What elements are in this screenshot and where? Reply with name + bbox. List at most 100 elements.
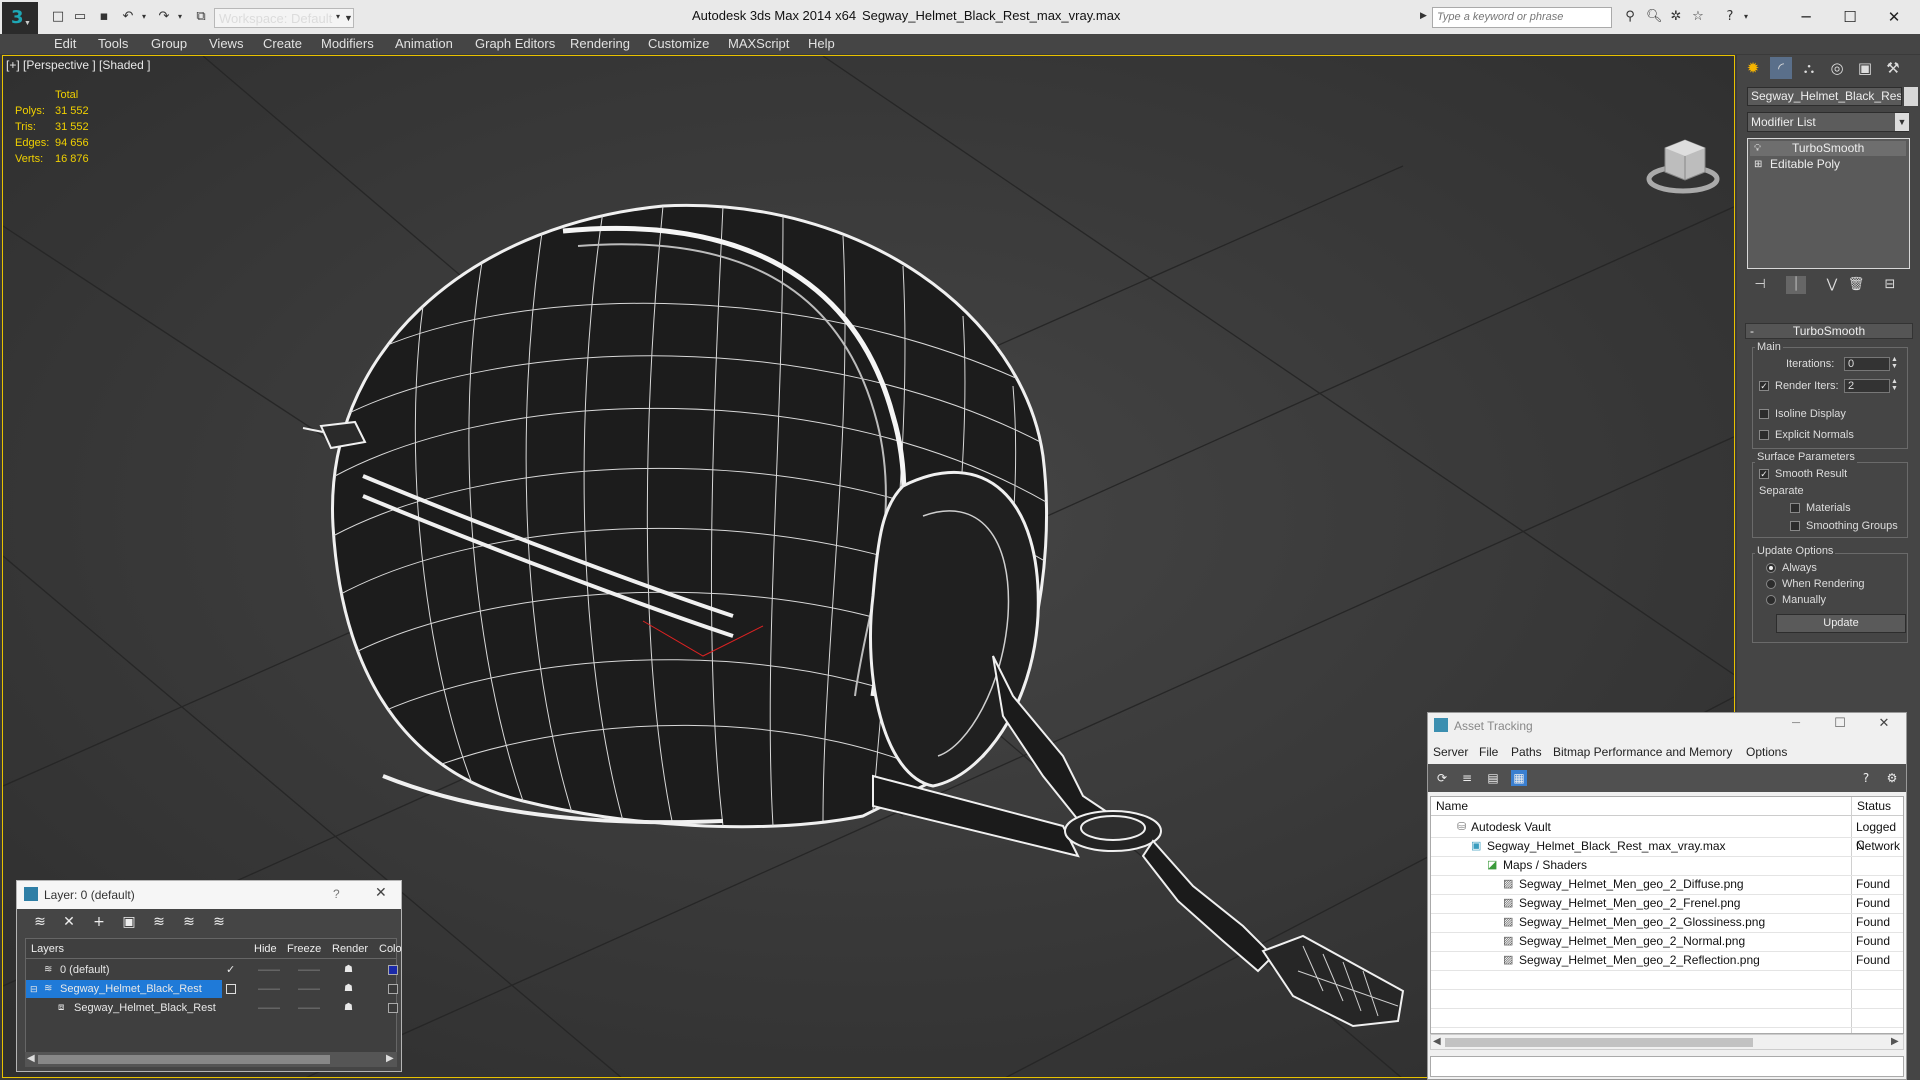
collapse-icon[interactable]: ⊟	[30, 980, 38, 998]
asset-close-button[interactable]: ✕	[1862, 712, 1906, 736]
minimize-button[interactable]: ─	[1784, 4, 1828, 30]
asset-menu-server[interactable]: Server	[1433, 745, 1468, 759]
help-icon[interactable]: ?	[1722, 9, 1738, 25]
asset-row[interactable]: ▨ Segway_Helmet_Men_geo_2_Reflection.png…	[1431, 951, 1903, 971]
layer-color-swatch[interactable]	[388, 984, 398, 994]
scroll-left-icon[interactable]: ◀	[1433, 1036, 1441, 1047]
asset-row[interactable]: ⛁ Autodesk Vault Logged C	[1431, 818, 1903, 852]
display-tab-icon[interactable]: ▣	[1854, 57, 1876, 79]
search-icon[interactable]: 🔍︎	[1646, 9, 1663, 25]
smooth-result-checkbox[interactable]: ✓	[1759, 469, 1769, 479]
render-iters-spinner[interactable]: 2	[1844, 379, 1890, 393]
table-view-icon[interactable]: ▦	[1511, 770, 1527, 786]
help-dropdown-icon[interactable]: ▾	[1738, 9, 1754, 25]
menu-tools[interactable]: Tools	[98, 34, 128, 54]
show-end-result-icon[interactable]: ⏐	[1786, 276, 1806, 294]
project-folder-icon[interactable]: ⧉	[193, 9, 209, 25]
asset-help-icon[interactable]: ?	[1858, 770, 1874, 786]
menu-help[interactable]: Help	[808, 34, 835, 54]
scroll-right-icon[interactable]: ▶	[1891, 1036, 1899, 1047]
menu-rendering[interactable]: Rendering	[570, 34, 630, 54]
layer-row-selected[interactable]: ⊟ ≋ Segway_Helmet_Black_Rest —— —— ☗	[26, 980, 398, 998]
redo-dropdown-icon[interactable]: ▾	[172, 9, 188, 25]
undo-dropdown-icon[interactable]: ▾	[136, 9, 152, 25]
manually-radio[interactable]	[1766, 595, 1776, 605]
workspace-expand-icon[interactable]: ▾	[336, 12, 340, 21]
lightbulb-icon[interactable]: 💡︎	[1754, 141, 1761, 156]
binoculars-icon[interactable]: ⚲	[1622, 9, 1638, 25]
menu-graph-editors[interactable]: Graph Editors	[475, 34, 555, 54]
materials-checkbox[interactable]	[1790, 503, 1800, 513]
layer-row[interactable]: ≋ 0 (default) ✓ —— —— ☗	[26, 961, 398, 979]
hierarchy-tab-icon[interactable]: ⛬	[1798, 57, 1820, 79]
freeze-toggle-icon[interactable]: ——	[298, 980, 320, 998]
modify-tab-icon[interactable]: ◜	[1770, 57, 1792, 79]
open-file-icon[interactable]: ▭	[72, 9, 88, 25]
layers-col-layers[interactable]: Layers	[31, 943, 64, 955]
layer-help-button[interactable]: ?	[333, 887, 340, 901]
when-rendering-radio[interactable]	[1766, 579, 1776, 589]
layers-col-color[interactable]: Colo	[379, 943, 402, 955]
hide-toggle-icon[interactable]: ——	[258, 980, 280, 998]
layers-scroll-left-icon[interactable]: ◀	[27, 1053, 35, 1064]
smoothing-groups-checkbox[interactable]	[1790, 521, 1800, 531]
thumbnail-view-icon[interactable]: ▤	[1485, 770, 1501, 786]
render-iters-checkbox[interactable]: ✓	[1759, 381, 1769, 391]
object-properties-icon[interactable]: ≋	[209, 912, 229, 932]
stack-item-editable-poly[interactable]: ⊞ Editable Poly	[1750, 157, 1906, 172]
layer-color-swatch[interactable]	[388, 965, 398, 975]
explicit-normals-checkbox[interactable]	[1759, 430, 1769, 440]
menu-customize[interactable]: Customize	[648, 34, 709, 54]
object-color-swatch[interactable]	[1904, 87, 1918, 106]
always-radio[interactable]	[1766, 563, 1776, 573]
iterations-spin-arrows-icon[interactable]: ▲ ▼	[1891, 356, 1898, 370]
turbosmooth-rollout-header[interactable]: - TurboSmooth	[1745, 323, 1913, 339]
asset-row[interactable]: ▨ Segway_Helmet_Men_geo_2_Glossiness.png…	[1431, 913, 1903, 933]
render-iters-spin-arrows-icon[interactable]: ▲ ▼	[1891, 378, 1898, 392]
viewport-label[interactable]: [+] [Perspective ] [Shaded ]	[6, 58, 150, 72]
active-layer-box-icon[interactable]	[226, 984, 236, 994]
isoline-display-checkbox[interactable]	[1759, 409, 1769, 419]
utilities-tab-icon[interactable]: ⚒	[1882, 57, 1904, 79]
asset-menu-options[interactable]: Options	[1746, 745, 1787, 759]
pin-stack-icon[interactable]: ⊣	[1750, 276, 1770, 294]
menu-views[interactable]: Views	[209, 34, 243, 54]
close-button[interactable]: ✕	[1872, 4, 1916, 30]
select-objects-icon[interactable]: ≋	[149, 912, 169, 932]
remove-modifier-icon[interactable]: 🗑︎	[1846, 276, 1866, 294]
modifier-list-dropdown[interactable]: Modifier List	[1747, 112, 1909, 132]
menu-modifiers[interactable]: Modifiers	[321, 34, 374, 54]
add-layer-icon[interactable]: +	[89, 912, 109, 932]
freeze-toggle-icon[interactable]: ——	[298, 999, 320, 1017]
layers-col-render[interactable]: Render	[332, 943, 368, 955]
search-input[interactable]: Type a keyword or phrase	[1432, 7, 1612, 28]
asset-menu-bitmap-performance[interactable]: Bitmap Performance and Memory	[1553, 745, 1732, 759]
search-expand-icon[interactable]: ▶	[1420, 10, 1427, 21]
workspace-dropdown-arrow-icon[interactable]: ▼	[344, 9, 358, 27]
communication-center-icon[interactable]: ✲	[1668, 9, 1684, 25]
render-teapot-icon[interactable]: ☗	[344, 999, 353, 1017]
undo-icon[interactable]: ↶	[120, 9, 136, 25]
layers-col-hide[interactable]: Hide	[254, 943, 277, 955]
asset-row[interactable]: ◪ Maps / Shaders	[1431, 856, 1903, 876]
asset-row[interactable]: ▨ Segway_Helmet_Men_geo_2_Frenel.png Fou…	[1431, 894, 1903, 914]
menu-animation[interactable]: Animation	[395, 34, 453, 54]
asset-minimize-button[interactable]: ─	[1774, 712, 1818, 736]
layer-close-button[interactable]: ✕	[375, 885, 387, 901]
layer-tool-icon[interactable]: ≋	[30, 912, 50, 932]
menu-edit[interactable]: Edit	[54, 34, 76, 54]
maximize-button[interactable]: ☐	[1828, 4, 1872, 30]
layers-col-freeze[interactable]: Freeze	[287, 943, 321, 955]
app-logo-button[interactable]: 3	[2, 2, 38, 34]
layer-properties-icon[interactable]: ≋	[179, 912, 199, 932]
motion-tab-icon[interactable]: ◎	[1826, 57, 1848, 79]
menu-maxscript[interactable]: MAXScript	[728, 34, 789, 54]
select-highlight-icon[interactable]: ▣	[119, 912, 139, 932]
render-teapot-icon[interactable]: ☗	[344, 980, 353, 998]
asset-menu-file[interactable]: File	[1479, 745, 1498, 759]
iterations-spinner[interactable]: 0	[1844, 357, 1890, 371]
object-color-swatch[interactable]	[388, 1003, 398, 1013]
object-name-field[interactable]: Segway_Helmet_Black_Rest	[1747, 87, 1902, 106]
refresh-icon[interactable]: ⟳	[1434, 770, 1450, 786]
asset-col-name[interactable]: Name	[1436, 799, 1468, 813]
